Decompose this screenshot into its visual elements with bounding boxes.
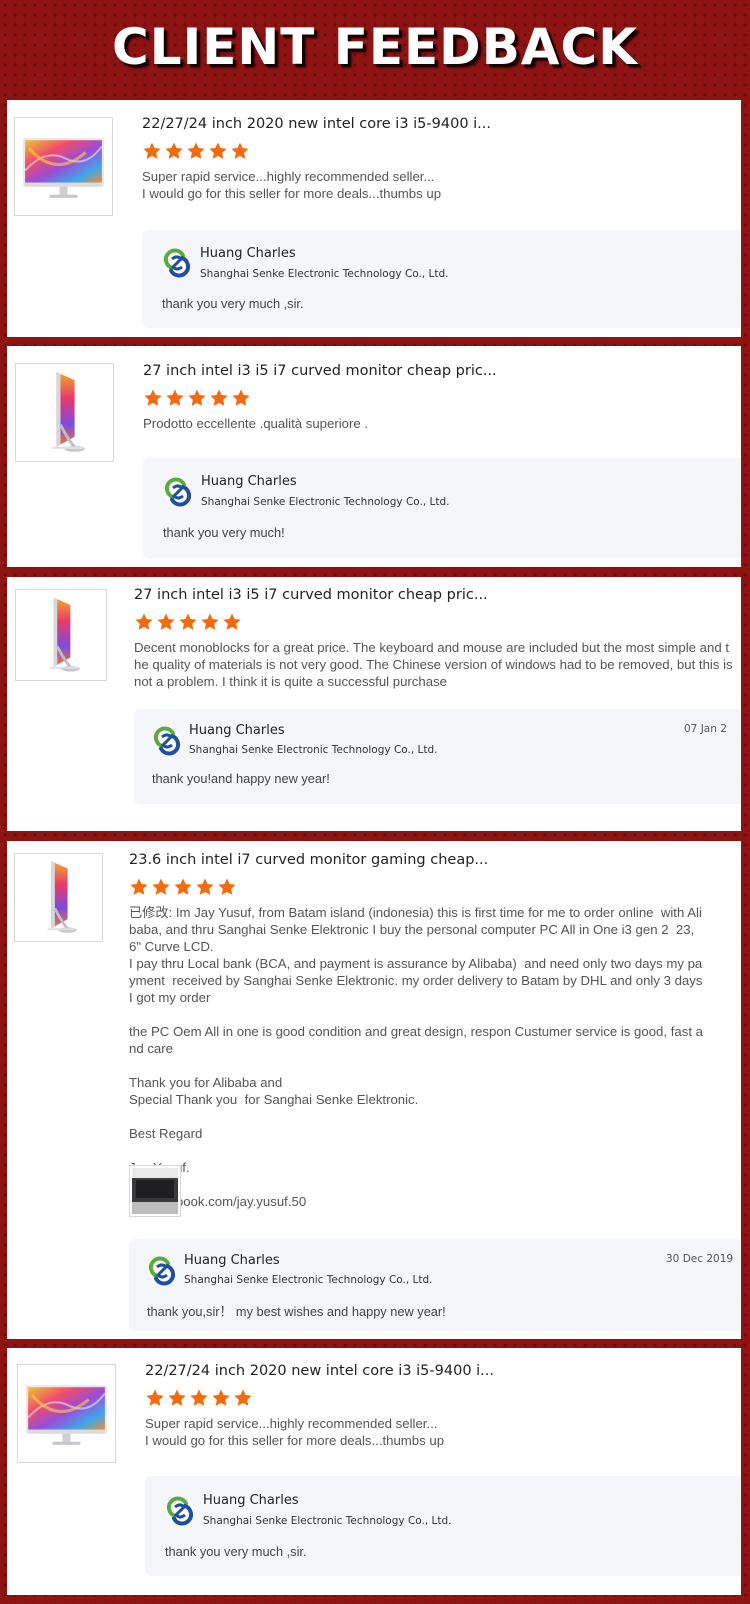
reply-author-name: Huang Charles: [200, 246, 296, 261]
product-image-thumbnail[interactable]: [15, 363, 114, 462]
star-icon: [222, 612, 242, 632]
seller-reply: Huang Charles Shanghai Senke Electronic …: [145, 1476, 741, 1576]
star-icon: [145, 1388, 165, 1408]
star-icon: [208, 141, 228, 161]
star-icon: [178, 612, 198, 632]
star-icon: [129, 877, 149, 897]
star-icon: [167, 1388, 187, 1408]
reply-text: thank you!and happy new year!: [152, 771, 330, 786]
star-icon: [209, 388, 229, 408]
reply-author-name: Huang Charles: [189, 723, 285, 738]
star-rating: [142, 141, 741, 163]
star-icon: [217, 877, 237, 897]
product-image-thumbnail[interactable]: [14, 853, 103, 942]
company-logo-icon: [147, 1256, 177, 1286]
star-icon: [211, 1388, 231, 1408]
all-in-one-pc-front-icon: [15, 118, 112, 215]
star-icon: [143, 388, 163, 408]
photo-icon: [132, 1168, 178, 1214]
star-rating: [129, 877, 741, 899]
review-card: 23.6 inch intel i7 curved monitor gaming…: [7, 841, 741, 1339]
star-icon: [233, 1388, 253, 1408]
reply-author-name: Huang Charles: [201, 474, 297, 489]
customer-photo-thumbnail[interactable]: [129, 1165, 181, 1217]
star-icon: [173, 877, 193, 897]
company-logo-icon: [162, 248, 192, 278]
seller-reply: Huang Charles Shanghai Senke Electronic …: [134, 709, 741, 804]
star-icon: [231, 388, 251, 408]
star-icon: [186, 141, 206, 161]
product-image-thumbnail[interactable]: [14, 117, 113, 216]
reply-text: thank you very much ,sir.: [162, 296, 304, 311]
reply-author-name: Huang Charles: [184, 1253, 280, 1268]
star-icon: [151, 877, 171, 897]
seller-reply: Huang Charles Shanghai Senke Electronic …: [143, 458, 741, 558]
review-card: 22/27/24 inch 2020 new intel core i3 i5-…: [7, 100, 741, 337]
star-icon: [230, 141, 250, 161]
star-icon: [142, 141, 162, 161]
review-card: 22/27/24 inch 2020 new intel core i3 i5-…: [7, 1348, 741, 1595]
reply-company-name: Shanghai Senke Electronic Technology Co.…: [203, 1515, 452, 1527]
star-icon: [187, 388, 207, 408]
product-title[interactable]: 27 inch intel i3 i5 i7 curved monitor ch…: [134, 584, 741, 606]
reply-date: 07 Jan 2: [684, 723, 727, 735]
all-in-one-pc-front-icon: [18, 1365, 115, 1462]
review-text: 已修改: Im Jay Yusuf, from Batam island (in…: [129, 905, 703, 1209]
reply-company-name: Shanghai Senke Electronic Technology Co.…: [201, 496, 450, 508]
product-title[interactable]: 22/27/24 inch 2020 new intel core i3 i5-…: [142, 113, 741, 135]
star-rating: [134, 612, 741, 634]
product-title[interactable]: 22/27/24 inch 2020 new intel core i3 i5-…: [145, 1360, 741, 1382]
product-image-thumbnail[interactable]: [15, 589, 107, 681]
reply-date: 30 Dec 2019: [666, 1253, 734, 1265]
product-title[interactable]: 23.6 inch intel i7 curved monitor gaming…: [129, 849, 741, 871]
reply-company-name: Shanghai Senke Electronic Technology Co.…: [189, 744, 438, 756]
star-icon: [134, 612, 154, 632]
company-logo-icon: [163, 477, 193, 507]
reply-author-name: Huang Charles: [203, 1493, 299, 1508]
all-in-one-pc-side-icon: [16, 590, 106, 680]
reply-text: thank you very much!: [163, 525, 285, 540]
star-rating: [145, 1388, 741, 1410]
reply-company-name: Shanghai Senke Electronic Technology Co.…: [184, 1274, 433, 1286]
seller-reply: Huang Charles Shanghai Senke Electronic …: [142, 230, 741, 328]
all-in-one-pc-side-icon: [15, 854, 102, 941]
company-logo-icon: [152, 726, 182, 756]
star-icon: [156, 612, 176, 632]
review-text: Super rapid service...highly recommended…: [142, 169, 442, 201]
review-text: Prodotto eccellente .qualità superiore .: [143, 416, 369, 431]
star-icon: [195, 877, 215, 897]
review-card: 27 inch intel i3 i5 i7 curved monitor ch…: [7, 346, 741, 567]
company-logo-icon: [165, 1496, 195, 1526]
star-icon: [189, 1388, 209, 1408]
product-title[interactable]: 27 inch intel i3 i5 i7 curved monitor ch…: [143, 360, 741, 382]
reply-text: thank you,sir！ my best wishes and happy …: [147, 1304, 446, 1319]
star-icon: [164, 141, 184, 161]
reply-text: thank you very much ,sir.: [165, 1544, 307, 1559]
star-rating: [143, 388, 741, 410]
seller-reply: Huang Charles Shanghai Senke Electronic …: [129, 1239, 741, 1331]
product-image-thumbnail[interactable]: [17, 1364, 116, 1463]
star-icon: [200, 612, 220, 632]
review-card: 27 inch intel i3 i5 i7 curved monitor ch…: [7, 577, 741, 831]
review-text: Super rapid service...highly recommended…: [145, 1416, 445, 1448]
page-title: CLIENT FEEDBACK: [112, 18, 638, 76]
star-icon: [165, 388, 185, 408]
review-text: Decent monoblocks for a great price. The…: [134, 640, 737, 689]
reply-company-name: Shanghai Senke Electronic Technology Co.…: [200, 268, 449, 280]
all-in-one-pc-side-icon: [16, 364, 113, 461]
